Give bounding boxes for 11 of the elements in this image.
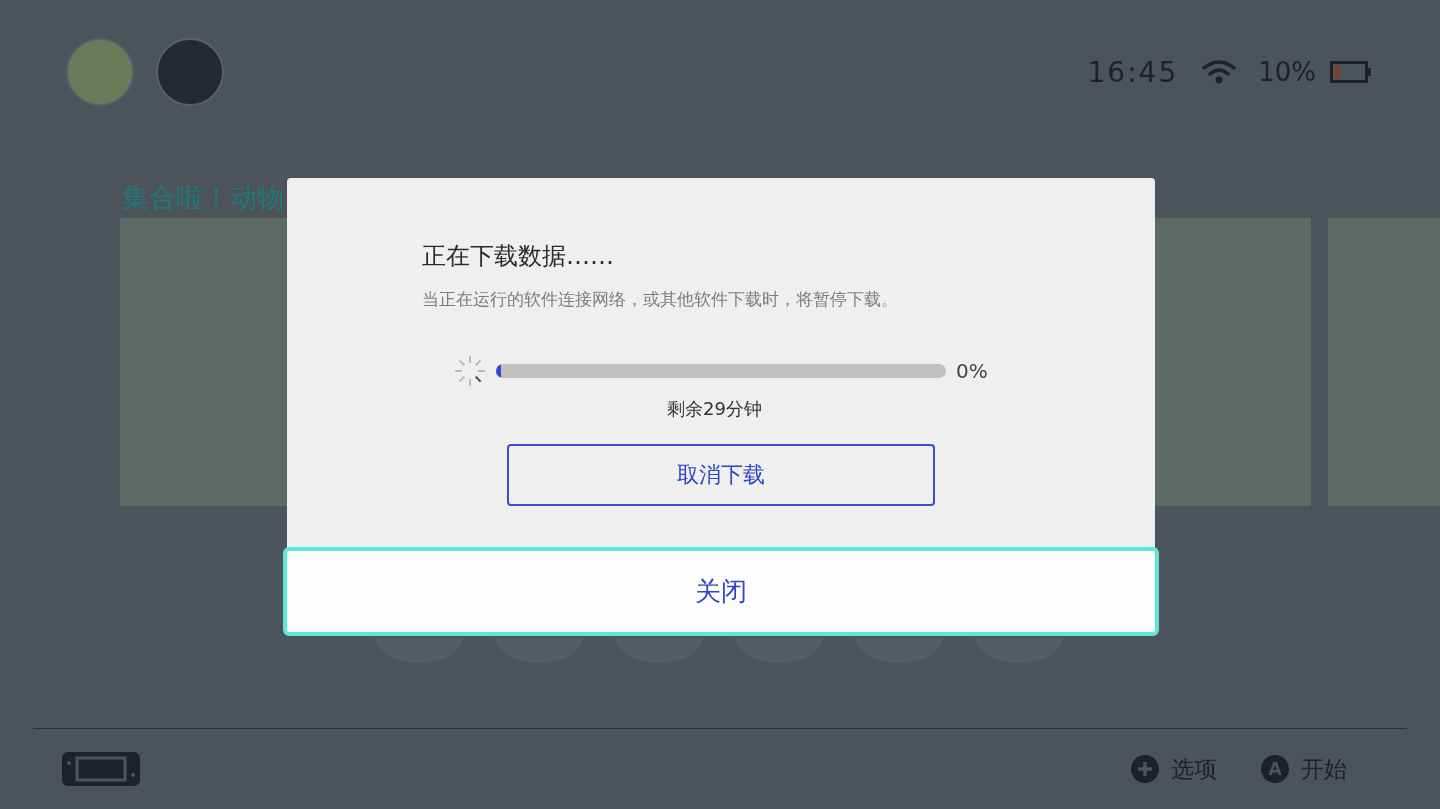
close-button[interactable]: 关闭: [283, 547, 1159, 636]
loading-spinner-icon: [452, 353, 488, 389]
dialog-title: 正在下载数据……: [422, 241, 615, 272]
wifi-icon: [1202, 60, 1237, 84]
console-icon: [62, 752, 140, 786]
plus-button-icon: [1131, 755, 1159, 783]
battery-icon: [1330, 61, 1372, 83]
cancel-download-button[interactable]: 取消下载: [507, 444, 935, 506]
progress-percentage: 0%: [956, 359, 988, 383]
time-remaining: 剩余29分钟: [667, 397, 763, 421]
dialog-message: 当正在运行的软件连接网络，或其他软件下载时，将暂停下载。: [422, 288, 899, 311]
